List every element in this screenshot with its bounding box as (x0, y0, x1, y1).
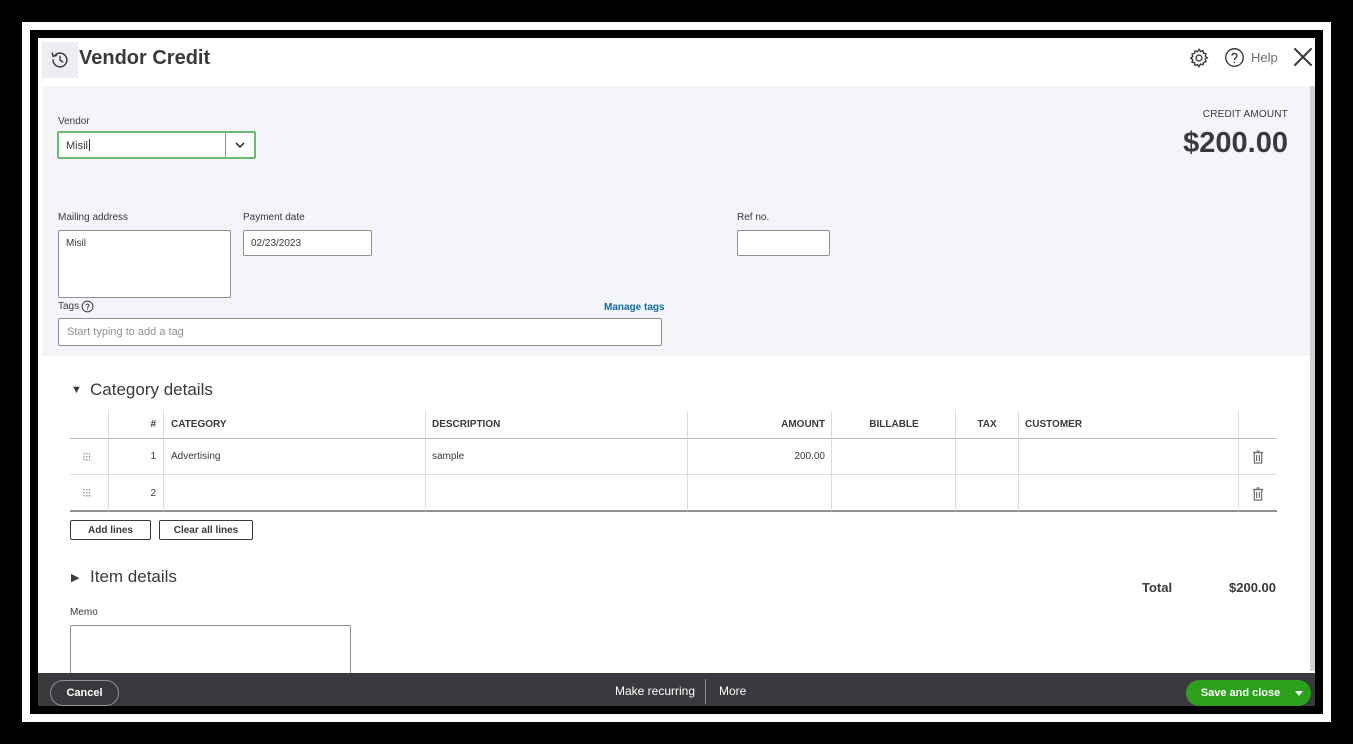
row-description[interactable]: sample (432, 439, 464, 474)
column-divider (163, 411, 164, 511)
vendor-select[interactable]: Misil (57, 131, 256, 159)
close-icon[interactable] (1291, 45, 1315, 69)
column-divider (687, 411, 688, 511)
more-button[interactable]: More (719, 684, 746, 698)
save-button-group: Save and close (1186, 680, 1311, 706)
column-divider (425, 411, 426, 511)
column-header-amount: AMOUNT (781, 419, 825, 430)
trash-icon[interactable] (1252, 487, 1264, 501)
tags-input[interactable] (58, 318, 662, 346)
header-bar: Vendor Credit Help (38, 38, 1315, 86)
ref-no-label: Ref no. (737, 212, 770, 223)
chevron-down-icon (235, 142, 245, 149)
save-and-close-button[interactable]: Save and close (1186, 680, 1287, 706)
help-icon[interactable] (1224, 47, 1245, 68)
table-row[interactable]: ⁝⁝⁝ 1 Advertising sample 200.00 (70, 439, 1277, 475)
column-divider (1018, 411, 1019, 511)
vendor-dropdown-button[interactable] (225, 133, 254, 157)
mailing-address-field[interactable]: Misil (58, 230, 231, 298)
row-category[interactable]: Advertising (171, 439, 220, 474)
row-number: 1 (150, 451, 156, 462)
cancel-button[interactable]: Cancel (50, 680, 119, 706)
payment-date-field[interactable]: 02/23/2023 (243, 230, 372, 256)
scrollbar[interactable] (1310, 86, 1315, 671)
form-top-section (42, 86, 1310, 356)
category-details-title: Category details (90, 380, 213, 399)
vendor-label: Vendor (58, 116, 90, 127)
row-customer[interactable] (1025, 476, 1235, 510)
vendor-credit-window: Vendor Credit Help Vendor Misil CREDIT A… (38, 38, 1315, 706)
table-row[interactable]: ⁝⁝⁝ 2 (70, 476, 1277, 512)
column-header-tax: TAX (977, 419, 997, 430)
credit-amount-value: $200.00 (1183, 127, 1288, 159)
column-divider (831, 411, 832, 511)
footer-bar: Cancel Make recurring More Save and clos… (38, 673, 1315, 706)
vendor-value[interactable]: Misil (66, 139, 90, 152)
add-lines-button[interactable]: Add lines (70, 520, 151, 540)
column-header-category: CATEGORY (171, 419, 227, 430)
row-number: 2 (150, 487, 156, 499)
tags-help-icon[interactable] (81, 300, 94, 313)
caret-down-icon (1295, 690, 1303, 696)
save-options-dropdown[interactable] (1287, 680, 1311, 706)
row-billable[interactable] (832, 476, 956, 510)
column-header-customer: CUSTOMER (1025, 419, 1083, 430)
row-tax[interactable] (956, 439, 1018, 474)
clear-all-lines-button[interactable]: Clear all lines (159, 520, 253, 540)
tags-label: Tags (58, 301, 80, 312)
gear-icon[interactable] (1188, 47, 1210, 69)
total-label: Total (1142, 580, 1173, 595)
row-amount[interactable]: 200.00 (687, 439, 825, 474)
item-details-title: Item details (90, 567, 177, 586)
column-divider (108, 411, 109, 511)
history-icon (51, 52, 68, 68)
row-billable[interactable] (832, 439, 956, 474)
caret-down-icon: ▼ (71, 384, 82, 396)
manage-tags-link[interactable]: Manage tags (604, 302, 665, 313)
ref-no-field[interactable] (737, 230, 830, 256)
history-button[interactable] (42, 42, 78, 78)
column-divider (955, 411, 956, 511)
row-tax[interactable] (956, 476, 1018, 510)
category-table-header: # CATEGORY DESCRIPTION AMOUNT BILLABLE T… (70, 411, 1277, 439)
drag-handle-icon[interactable]: ⁝⁝⁝ (82, 476, 92, 510)
total-value: $200.00 (1229, 580, 1276, 595)
trash-icon[interactable] (1252, 450, 1264, 464)
row-customer[interactable] (1025, 439, 1235, 474)
column-header-description: DESCRIPTION (432, 419, 501, 430)
caret-right-icon: ▶ (71, 571, 80, 584)
item-details-toggle[interactable]: ▶ Item details (71, 567, 177, 587)
help-link[interactable]: Help (1251, 50, 1278, 65)
category-details-toggle[interactable]: ▼ Category details (71, 380, 213, 400)
memo-label: Memo (70, 607, 98, 618)
row-amount[interactable] (687, 476, 825, 510)
column-divider (1238, 411, 1239, 511)
drag-handle-icon[interactable]: ⁝⁝⁝ (82, 439, 92, 474)
footer-divider (705, 679, 706, 704)
payment-date-label: Payment date (243, 212, 305, 223)
column-header-billable: BILLABLE (869, 419, 919, 430)
credit-amount-label: CREDIT AMOUNT (1202, 109, 1288, 120)
page-title: Vendor Credit (79, 47, 211, 69)
make-recurring-button[interactable]: Make recurring (615, 684, 695, 698)
mailing-address-label: Mailing address (58, 212, 129, 223)
column-header-number: # (150, 419, 156, 430)
